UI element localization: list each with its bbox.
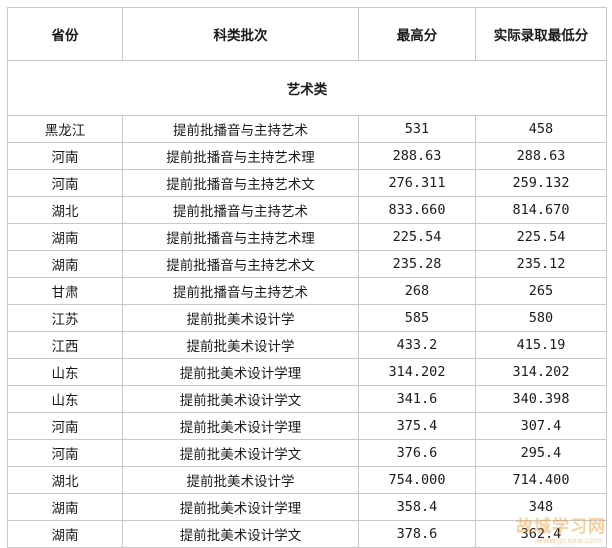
cell-max-score: 314.202 xyxy=(358,358,476,386)
cell-min-score: 340.398 xyxy=(475,385,607,413)
cell-max-score: 376.6 xyxy=(358,439,476,467)
cell-batch: 提前批播音与主持艺术理 xyxy=(122,142,359,170)
cell-batch: 提前批播音与主持艺术文 xyxy=(122,169,359,197)
cell-max-score: 276.311 xyxy=(358,169,476,197)
cell-min-score: 314.202 xyxy=(475,358,607,386)
cell-min-score: 235.12 xyxy=(475,250,607,278)
cell-max-score: 341.6 xyxy=(358,385,476,413)
cell-max-score: 288.63 xyxy=(358,142,476,170)
cell-min-score: 814.670 xyxy=(475,196,607,224)
cell-min-score: 362.4 xyxy=(475,520,607,548)
cell-batch: 提前批美术设计学文 xyxy=(122,385,359,413)
cell-batch: 提前批播音与主持艺术 xyxy=(122,196,359,224)
table-row: 甘肃 提前批播音与主持艺术 268 265 xyxy=(7,277,607,305)
cell-min-score: 458 xyxy=(475,115,607,143)
table-row: 河南 提前批播音与主持艺术文 276.311 259.132 xyxy=(7,169,607,197)
cell-batch: 提前批美术设计学理 xyxy=(122,358,359,386)
cell-min-score: 415.19 xyxy=(475,331,607,359)
cell-min-score: 714.400 xyxy=(475,466,607,494)
table-body: 艺术类 黑龙江 提前批播音与主持艺术 531 458 河南 提前批播音与主持艺术理 288.… xyxy=(7,60,607,548)
cell-batch: 提前批美术设计学理 xyxy=(122,412,359,440)
table-row: 黑龙江 提前批播音与主持艺术 531 458 xyxy=(7,115,607,143)
cell-province: 湖北 xyxy=(7,466,123,494)
cell-batch: 提前批美术设计学文 xyxy=(122,439,359,467)
cell-province: 湖南 xyxy=(7,520,123,548)
cell-batch: 提前批播音与主持艺术文 xyxy=(122,250,359,278)
cell-batch: 提前批播音与主持艺术理 xyxy=(122,223,359,251)
cell-max-score: 358.4 xyxy=(358,493,476,521)
cell-province: 湖南 xyxy=(7,250,123,278)
table-row: 湖南 提前批美术设计学理 358.4 348 xyxy=(7,493,607,521)
cell-batch: 提前批播音与主持艺术 xyxy=(122,277,359,305)
table-row: 湖北 提前批播音与主持艺术 833.660 814.670 xyxy=(7,196,607,224)
header-province: 省份 xyxy=(7,7,123,61)
cell-province: 甘肃 xyxy=(7,277,123,305)
cell-province: 江西 xyxy=(7,331,123,359)
table-row: 湖南 提前批播音与主持艺术理 225.54 225.54 xyxy=(7,223,607,251)
table-row: 山东 提前批美术设计学理 314.202 314.202 xyxy=(7,358,607,386)
cell-max-score: 833.660 xyxy=(358,196,476,224)
cell-province: 湖南 xyxy=(7,493,123,521)
cell-max-score: 531 xyxy=(358,115,476,143)
cell-min-score: 580 xyxy=(475,304,607,332)
cell-province: 湖南 xyxy=(7,223,123,251)
cell-batch: 提前批美术设计学文 xyxy=(122,520,359,548)
cell-min-score: 295.4 xyxy=(475,439,607,467)
cell-province: 山东 xyxy=(7,385,123,413)
cell-max-score: 754.000 xyxy=(358,466,476,494)
header-batch: 科类批次 xyxy=(122,7,359,61)
section-row: 艺术类 xyxy=(7,60,607,116)
table-row: 江苏 提前批美术设计学 585 580 xyxy=(7,304,607,332)
table-row: 湖北 提前批美术设计学 754.000 714.400 xyxy=(7,466,607,494)
cell-max-score: 585 xyxy=(358,304,476,332)
section-title: 艺术类 xyxy=(7,60,607,116)
cell-province: 山东 xyxy=(7,358,123,386)
cell-province: 江苏 xyxy=(7,304,123,332)
cell-province: 湖北 xyxy=(7,196,123,224)
cell-province: 河南 xyxy=(7,142,123,170)
cell-max-score: 235.28 xyxy=(358,250,476,278)
cell-min-score: 348 xyxy=(475,493,607,521)
cell-max-score: 375.4 xyxy=(358,412,476,440)
cell-min-score: 307.4 xyxy=(475,412,607,440)
cell-batch: 提前批美术设计学理 xyxy=(122,493,359,521)
table-header-row: 省份 科类批次 最高分 实际录取最低分 xyxy=(7,7,607,61)
table-row: 山东 提前批美术设计学文 341.6 340.398 xyxy=(7,385,607,413)
cell-min-score: 288.63 xyxy=(475,142,607,170)
cell-min-score: 259.132 xyxy=(475,169,607,197)
cell-province: 河南 xyxy=(7,169,123,197)
table-row: 江西 提前批美术设计学 433.2 415.19 xyxy=(7,331,607,359)
cell-min-score: 225.54 xyxy=(475,223,607,251)
admission-score-table: 省份 科类批次 最高分 实际录取最低分 艺术类 黑龙江 提前批播音与主持艺术 531… xyxy=(7,7,607,548)
header-min-score: 实际录取最低分 xyxy=(475,7,607,61)
cell-min-score: 265 xyxy=(475,277,607,305)
cell-province: 河南 xyxy=(7,439,123,467)
cell-batch: 提前批播音与主持艺术 xyxy=(122,115,359,143)
cell-province: 河南 xyxy=(7,412,123,440)
cell-province: 黑龙江 xyxy=(7,115,123,143)
cell-max-score: 225.54 xyxy=(358,223,476,251)
table-row: 河南 提前批美术设计学理 375.4 307.4 xyxy=(7,412,607,440)
cell-max-score: 433.2 xyxy=(358,331,476,359)
cell-batch: 提前批美术设计学 xyxy=(122,466,359,494)
table-row: 河南 提前批美术设计学文 376.6 295.4 xyxy=(7,439,607,467)
cell-max-score: 268 xyxy=(358,277,476,305)
table-row: 河南 提前批播音与主持艺术理 288.63 288.63 xyxy=(7,142,607,170)
table-row: 湖南 提前批美术设计学文 378.6 362.4 xyxy=(7,520,607,548)
table-row: 湖南 提前批播音与主持艺术文 235.28 235.12 xyxy=(7,250,607,278)
cell-batch: 提前批美术设计学 xyxy=(122,304,359,332)
cell-max-score: 378.6 xyxy=(358,520,476,548)
header-max-score: 最高分 xyxy=(358,7,476,61)
cell-batch: 提前批美术设计学 xyxy=(122,331,359,359)
